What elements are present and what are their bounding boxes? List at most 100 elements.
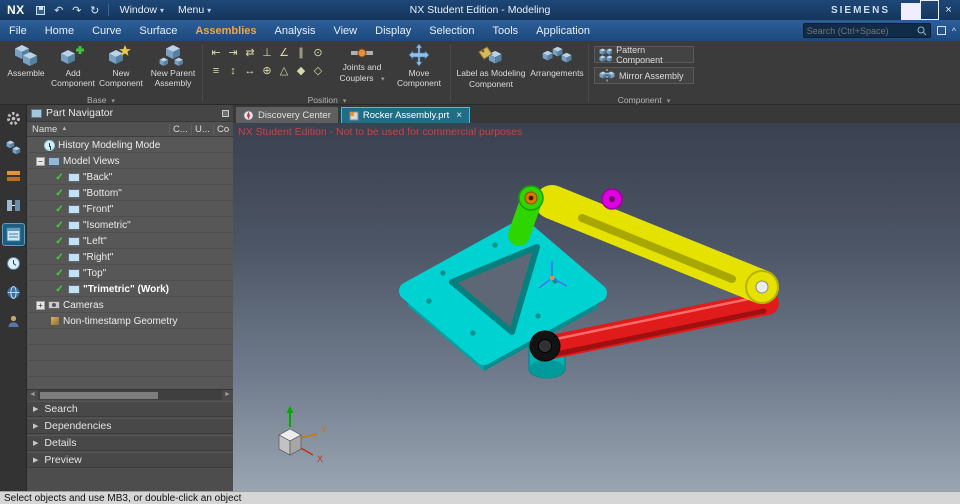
minimize-button[interactable]	[901, 0, 920, 23]
tab-rocker-assembly[interactable]: Rocker Assembly.prt ×	[340, 107, 471, 123]
mirror-assembly-button[interactable]: Mirror Assembly	[594, 67, 694, 84]
redo-icon[interactable]: ↷	[69, 3, 85, 17]
assembly-navigator-icon[interactable]	[3, 137, 24, 158]
parallel-icon[interactable]: ∥	[293, 46, 309, 61]
tab-selection[interactable]: Selection	[420, 20, 483, 41]
collapse-icon[interactable]: −	[36, 156, 45, 166]
tree-row-non-timestamp-geometry[interactable]: Non-timestamp Geometry	[27, 313, 233, 329]
tree-row-view-bottom[interactable]: ✓ "Bottom"	[27, 185, 233, 201]
rocker-assembly-model[interactable]: X Y	[233, 123, 960, 491]
column-name[interactable]: Name ▲	[27, 124, 169, 135]
section-search[interactable]: ▶ Search	[27, 401, 233, 417]
check-icon[interactable]: ✓	[54, 252, 65, 263]
fit-icon[interactable]: ↔	[242, 64, 258, 79]
bond-icon[interactable]: ≡	[208, 64, 224, 79]
check-icon[interactable]: ✓	[54, 236, 65, 247]
expand-icon[interactable]: +	[36, 300, 45, 310]
tab-analysis[interactable]: Analysis	[266, 20, 325, 41]
plate-hole[interactable]	[426, 298, 432, 304]
infer-center-icon[interactable]: ⇄	[242, 46, 258, 61]
check-icon[interactable]: ✓	[54, 220, 65, 231]
check-icon[interactable]: ✓	[54, 172, 65, 183]
scroll-right-icon[interactable]: ►	[222, 390, 233, 400]
column-co[interactable]: Co	[213, 123, 233, 135]
tree-row-view-front[interactable]: ✓ "Front"	[27, 201, 233, 217]
angle-icon[interactable]: ∠	[276, 46, 292, 61]
tree-row-view-back[interactable]: ✓ "Back"	[27, 169, 233, 185]
section-details[interactable]: ▶ Details	[27, 435, 233, 451]
save-icon[interactable]	[33, 3, 49, 17]
new-parent-assembly-button[interactable]: New Parent Assembly	[146, 44, 200, 89]
tab-file[interactable]: File	[0, 20, 36, 41]
tree-row-history-mode[interactable]: History Modeling Mode	[27, 137, 233, 153]
section-preview[interactable]: ▶ Preview	[27, 452, 233, 468]
tab-discovery-center[interactable]: Discovery Center	[236, 107, 338, 123]
label-as-modeling-component-button[interactable]: Label as Modeling Component	[456, 44, 526, 90]
menu-menu[interactable]: Menu ▾	[171, 4, 218, 16]
move-component-button[interactable]: Move Component	[396, 44, 442, 89]
check-icon[interactable]: ✓	[54, 284, 65, 295]
plate-hole[interactable]	[440, 270, 446, 276]
maximize-button[interactable]	[920, 0, 939, 20]
align-icon[interactable]: ⇥	[225, 46, 241, 61]
tab-curve[interactable]: Curve	[83, 20, 130, 41]
close-tab-icon[interactable]: ×	[456, 110, 462, 121]
close-button[interactable]: ×	[939, 0, 958, 20]
part-navigator-header[interactable]: Part Navigator	[27, 105, 233, 122]
web-browser-icon[interactable]	[3, 282, 24, 303]
concentric-icon[interactable]: ⊙	[310, 46, 326, 61]
check-icon[interactable]: ✓	[54, 204, 65, 215]
search-input[interactable]	[806, 25, 917, 36]
horizontal-scrollbar[interactable]: ◄ ►	[27, 389, 233, 400]
ribbon-group-component[interactable]: Component ▾	[590, 95, 698, 105]
tab-display[interactable]: Display	[366, 20, 420, 41]
center-icon[interactable]: ⊕	[259, 64, 275, 79]
arrangements-button[interactable]: Arrangements	[528, 44, 586, 79]
tab-view[interactable]: View	[324, 20, 366, 41]
tab-surface[interactable]: Surface	[130, 20, 186, 41]
tree-row-model-views[interactable]: − Model Views	[27, 153, 233, 169]
dialog-launcher-icon[interactable]: ▾	[667, 98, 671, 105]
part-navigator-icon[interactable]	[1, 223, 25, 246]
tree-row-view-left[interactable]: ✓ "Left"	[27, 233, 233, 249]
plate-hole[interactable]	[535, 313, 541, 319]
touch-align-icon[interactable]: ⇤	[208, 46, 224, 61]
ribbon-group-base[interactable]: Base ▾	[0, 95, 202, 105]
joints-and-couplers-button[interactable]: Joints and Couplers ▾	[330, 44, 394, 84]
view-triad[interactable]: X Y	[278, 406, 327, 464]
refresh-icon[interactable]: ↻	[87, 3, 103, 17]
tab-home[interactable]: Home	[36, 20, 83, 41]
tab-application[interactable]: Application	[527, 20, 599, 41]
check-icon[interactable]: ✓	[54, 188, 65, 199]
history-palette-icon[interactable]	[3, 253, 24, 274]
graphics-window[interactable]: NX Student Edition - Not to be used for …	[233, 123, 960, 491]
show-constraints-icon[interactable]: ◆	[293, 64, 309, 79]
new-component-button[interactable]: New Component	[98, 44, 144, 89]
section-dependencies[interactable]: ▶ Dependencies	[27, 418, 233, 434]
dialog-launcher-icon[interactable]: ▾	[111, 98, 115, 105]
roles-icon[interactable]	[3, 311, 24, 332]
scrollbar-thumb[interactable]	[40, 392, 158, 399]
fullscreen-icon[interactable]	[936, 26, 946, 35]
ribbon-group-position[interactable]: Position ▾	[204, 95, 450, 105]
fix-icon[interactable]: △	[276, 64, 292, 79]
pattern-component-button[interactable]: Pattern Component	[594, 45, 694, 65]
command-search[interactable]	[802, 23, 931, 38]
plate-hole[interactable]	[470, 330, 476, 336]
tree-row-view-isometric[interactable]: ✓ "Isometric"	[27, 217, 233, 233]
undo-icon[interactable]: ↶	[51, 3, 67, 17]
tab-tools[interactable]: Tools	[483, 20, 527, 41]
tree-row-view-trimetric-work[interactable]: ✓ "Trimetric" (Work)	[27, 281, 233, 297]
scroll-left-icon[interactable]: ◄	[27, 390, 38, 400]
dialog-launcher-icon[interactable]: ▾	[343, 98, 347, 105]
check-icon[interactable]: ✓	[54, 268, 65, 279]
constraint-navigator-icon[interactable]	[3, 195, 24, 216]
add-component-button[interactable]: Add Component	[50, 44, 96, 89]
assemble-button[interactable]: Assemble	[4, 44, 48, 79]
column-c[interactable]: C...	[169, 123, 191, 135]
pin-icon[interactable]	[222, 109, 229, 117]
minimize-ribbon-icon[interactable]: ^	[952, 26, 956, 36]
tree-row-view-right[interactable]: ✓ "Right"	[27, 249, 233, 265]
tab-assemblies[interactable]: Assemblies	[186, 20, 265, 41]
tree-row-cameras[interactable]: + Cameras	[27, 297, 233, 313]
